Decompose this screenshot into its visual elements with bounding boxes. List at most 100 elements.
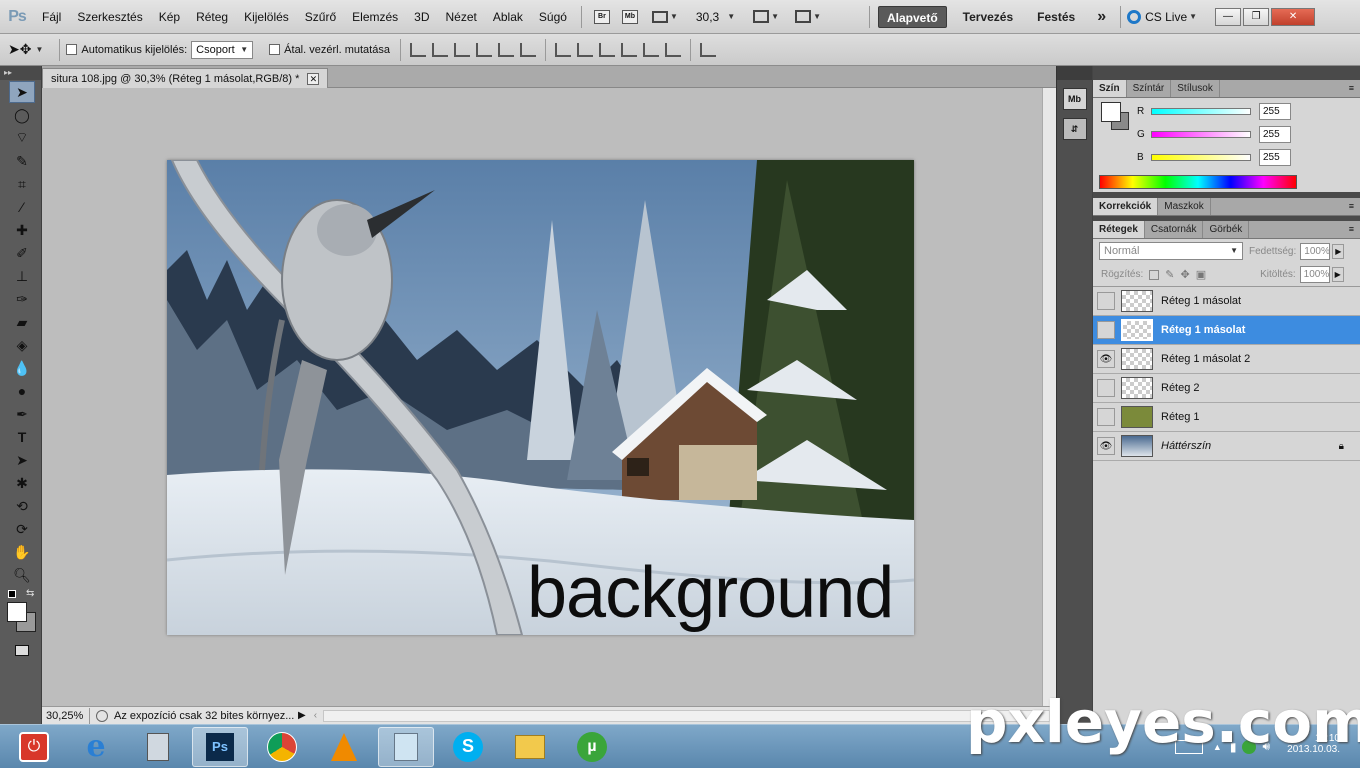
quick-select-tool[interactable]: ✎ (9, 150, 35, 172)
restore-button[interactable]: ❐ (1243, 7, 1270, 26)
align-hcenter-icon[interactable] (497, 42, 514, 57)
red-slider[interactable] (1151, 108, 1251, 115)
panel-dock-header[interactable] (1093, 66, 1360, 80)
shape-tool[interactable]: ✱ (9, 472, 35, 494)
tab-masks[interactable]: Maszkok (1158, 198, 1211, 215)
hand-tool[interactable]: ✋ (9, 541, 35, 563)
history-brush-tool[interactable]: ✑ (9, 288, 35, 310)
distribute-top-icon[interactable] (554, 42, 571, 57)
move-tool[interactable]: ➤ (9, 81, 35, 103)
align-bottom-icon[interactable] (453, 42, 470, 57)
3d-orbit-tool[interactable]: ⟳ (9, 518, 35, 540)
tab-color[interactable]: Szín (1093, 80, 1127, 97)
red-value[interactable]: 255 (1259, 103, 1291, 120)
auto-align-icon[interactable] (699, 42, 716, 57)
blue-slider[interactable] (1151, 154, 1251, 161)
dodge-tool[interactable]: ● (9, 380, 35, 402)
taskbar-internet-explorer[interactable]: e (68, 727, 124, 767)
screen-mode-button[interactable]: ▼ (795, 10, 821, 23)
taskbar-explorer[interactable] (502, 727, 558, 767)
layer-row-selected[interactable]: Réteg 1 másolat (1093, 316, 1360, 345)
menu-edit[interactable]: Szerkesztés (69, 0, 150, 34)
workspace-design[interactable]: Tervezés (955, 6, 1021, 28)
opacity-arrow-icon[interactable]: ▶ (1332, 243, 1345, 259)
crop-tool[interactable]: ⌗ (9, 173, 35, 195)
opacity-value[interactable]: 100% (1300, 242, 1331, 260)
menu-layer[interactable]: Réteg (188, 0, 236, 34)
layer-row[interactable]: Réteg 2 (1093, 374, 1360, 403)
lock-pixels-icon[interactable]: ✎ (1165, 268, 1174, 281)
taskbar-power-button[interactable]: ⏻ (6, 727, 62, 767)
tab-swatches[interactable]: Színtár (1127, 80, 1172, 97)
paint-bucket-tool[interactable]: ◈ (9, 334, 35, 356)
layer-row[interactable]: Réteg 1 (1093, 403, 1360, 432)
visibility-toggle[interactable] (1097, 408, 1115, 426)
taskbar-vlc[interactable] (316, 727, 372, 767)
distribute-left-icon[interactable] (620, 42, 637, 57)
default-colors-icon[interactable] (8, 590, 16, 598)
align-left-icon[interactable] (475, 42, 492, 57)
bridge-button[interactable]: Br (593, 9, 610, 24)
swap-colors-icon[interactable]: ⇆ (26, 588, 34, 599)
minimize-button[interactable]: — (1215, 7, 1242, 26)
document-tab[interactable]: situra 108.jpg @ 30,3% (Réteg 1 másolat,… (42, 68, 329, 88)
align-top-icon[interactable] (409, 42, 426, 57)
align-right-icon[interactable] (519, 42, 536, 57)
show-transform-checkbox[interactable] (269, 44, 281, 55)
marquee-tool[interactable]: ◯ (9, 104, 35, 126)
menu-view[interactable]: Nézet (438, 0, 485, 34)
tools-panel-grip[interactable]: ▸▸ (0, 66, 41, 80)
brush-tool[interactable]: ✐ (9, 242, 35, 264)
distribute-right-icon[interactable] (664, 42, 681, 57)
cs-live-button[interactable]: CS Live ▼ (1127, 9, 1197, 24)
status-info-icon[interactable] (96, 709, 108, 722)
tab-channels[interactable]: Csatornák (1145, 221, 1204, 238)
visibility-toggle[interactable] (1097, 379, 1115, 397)
horizontal-scrollbar[interactable] (323, 709, 1050, 722)
pen-tool[interactable]: ✒ (9, 403, 35, 425)
taskbar-photoshop[interactable]: Ps (192, 726, 248, 767)
layer-row[interactable]: Réteg 1 másolat (1093, 287, 1360, 316)
tab-adjustments[interactable]: Korrekciók (1093, 198, 1159, 215)
visibility-toggle[interactable] (1097, 292, 1115, 310)
menu-help[interactable]: Súgó (531, 0, 575, 34)
tab-layers[interactable]: Rétegek (1093, 221, 1145, 238)
document-image[interactable]: background (167, 160, 914, 635)
eraser-tool[interactable]: ▰ (9, 311, 35, 333)
taskbar-skype[interactable]: S (440, 727, 496, 767)
zoom-tool[interactable]: 🔍︎ (9, 564, 35, 586)
blur-tool[interactable]: 💧 (9, 357, 35, 379)
close-document-icon[interactable]: ✕ (307, 72, 320, 85)
distribute-vcenter-icon[interactable] (576, 42, 593, 57)
visibility-toggle[interactable]: 👁︎ (1097, 350, 1115, 368)
vertical-scrollbar[interactable] (1042, 88, 1056, 706)
green-value[interactable]: 255 (1259, 126, 1291, 143)
visibility-toggle[interactable]: 👁︎ (1097, 437, 1115, 455)
fill-value[interactable]: 100% (1299, 266, 1330, 283)
menu-image[interactable]: Kép (151, 0, 188, 34)
spot-healing-tool[interactable]: ✚ (9, 219, 35, 241)
menu-3d[interactable]: 3D (406, 0, 437, 34)
tab-styles[interactable]: Stílusok (1171, 80, 1220, 97)
menu-file[interactable]: Fájl (34, 0, 69, 34)
color-panel-foreground-swatch[interactable] (1101, 102, 1121, 122)
lock-transparency-icon[interactable] (1149, 269, 1160, 280)
lock-all-icon[interactable]: ▣ (1196, 268, 1206, 281)
visibility-toggle[interactable] (1097, 321, 1115, 339)
mini-bridge-button[interactable]: Mb (621, 9, 638, 24)
close-button[interactable]: ✕ (1271, 7, 1316, 26)
blend-mode-dropdown[interactable]: Normál ▼ (1099, 242, 1243, 260)
menu-window[interactable]: Ablak (485, 0, 531, 34)
clone-stamp-tool[interactable]: ⊥ (9, 265, 35, 287)
horizontal-scroll-left-icon[interactable]: ‹ (314, 710, 317, 721)
foreground-color-swatch[interactable] (7, 602, 27, 622)
quick-mask-button[interactable] (9, 639, 35, 661)
fill-arrow-icon[interactable]: ▶ (1331, 267, 1344, 282)
align-vcenter-icon[interactable] (431, 42, 448, 57)
status-menu-arrow-icon[interactable]: ▶ (298, 710, 306, 721)
auto-select-checkbox[interactable] (66, 44, 78, 55)
history-panel-icon[interactable]: ⇵ (1062, 118, 1087, 140)
menu-select[interactable]: Kijelölés (236, 0, 297, 34)
menu-filter[interactable]: Szűrő (297, 0, 344, 34)
tool-preset-picker[interactable]: ➤✥ ▼ (8, 41, 43, 58)
